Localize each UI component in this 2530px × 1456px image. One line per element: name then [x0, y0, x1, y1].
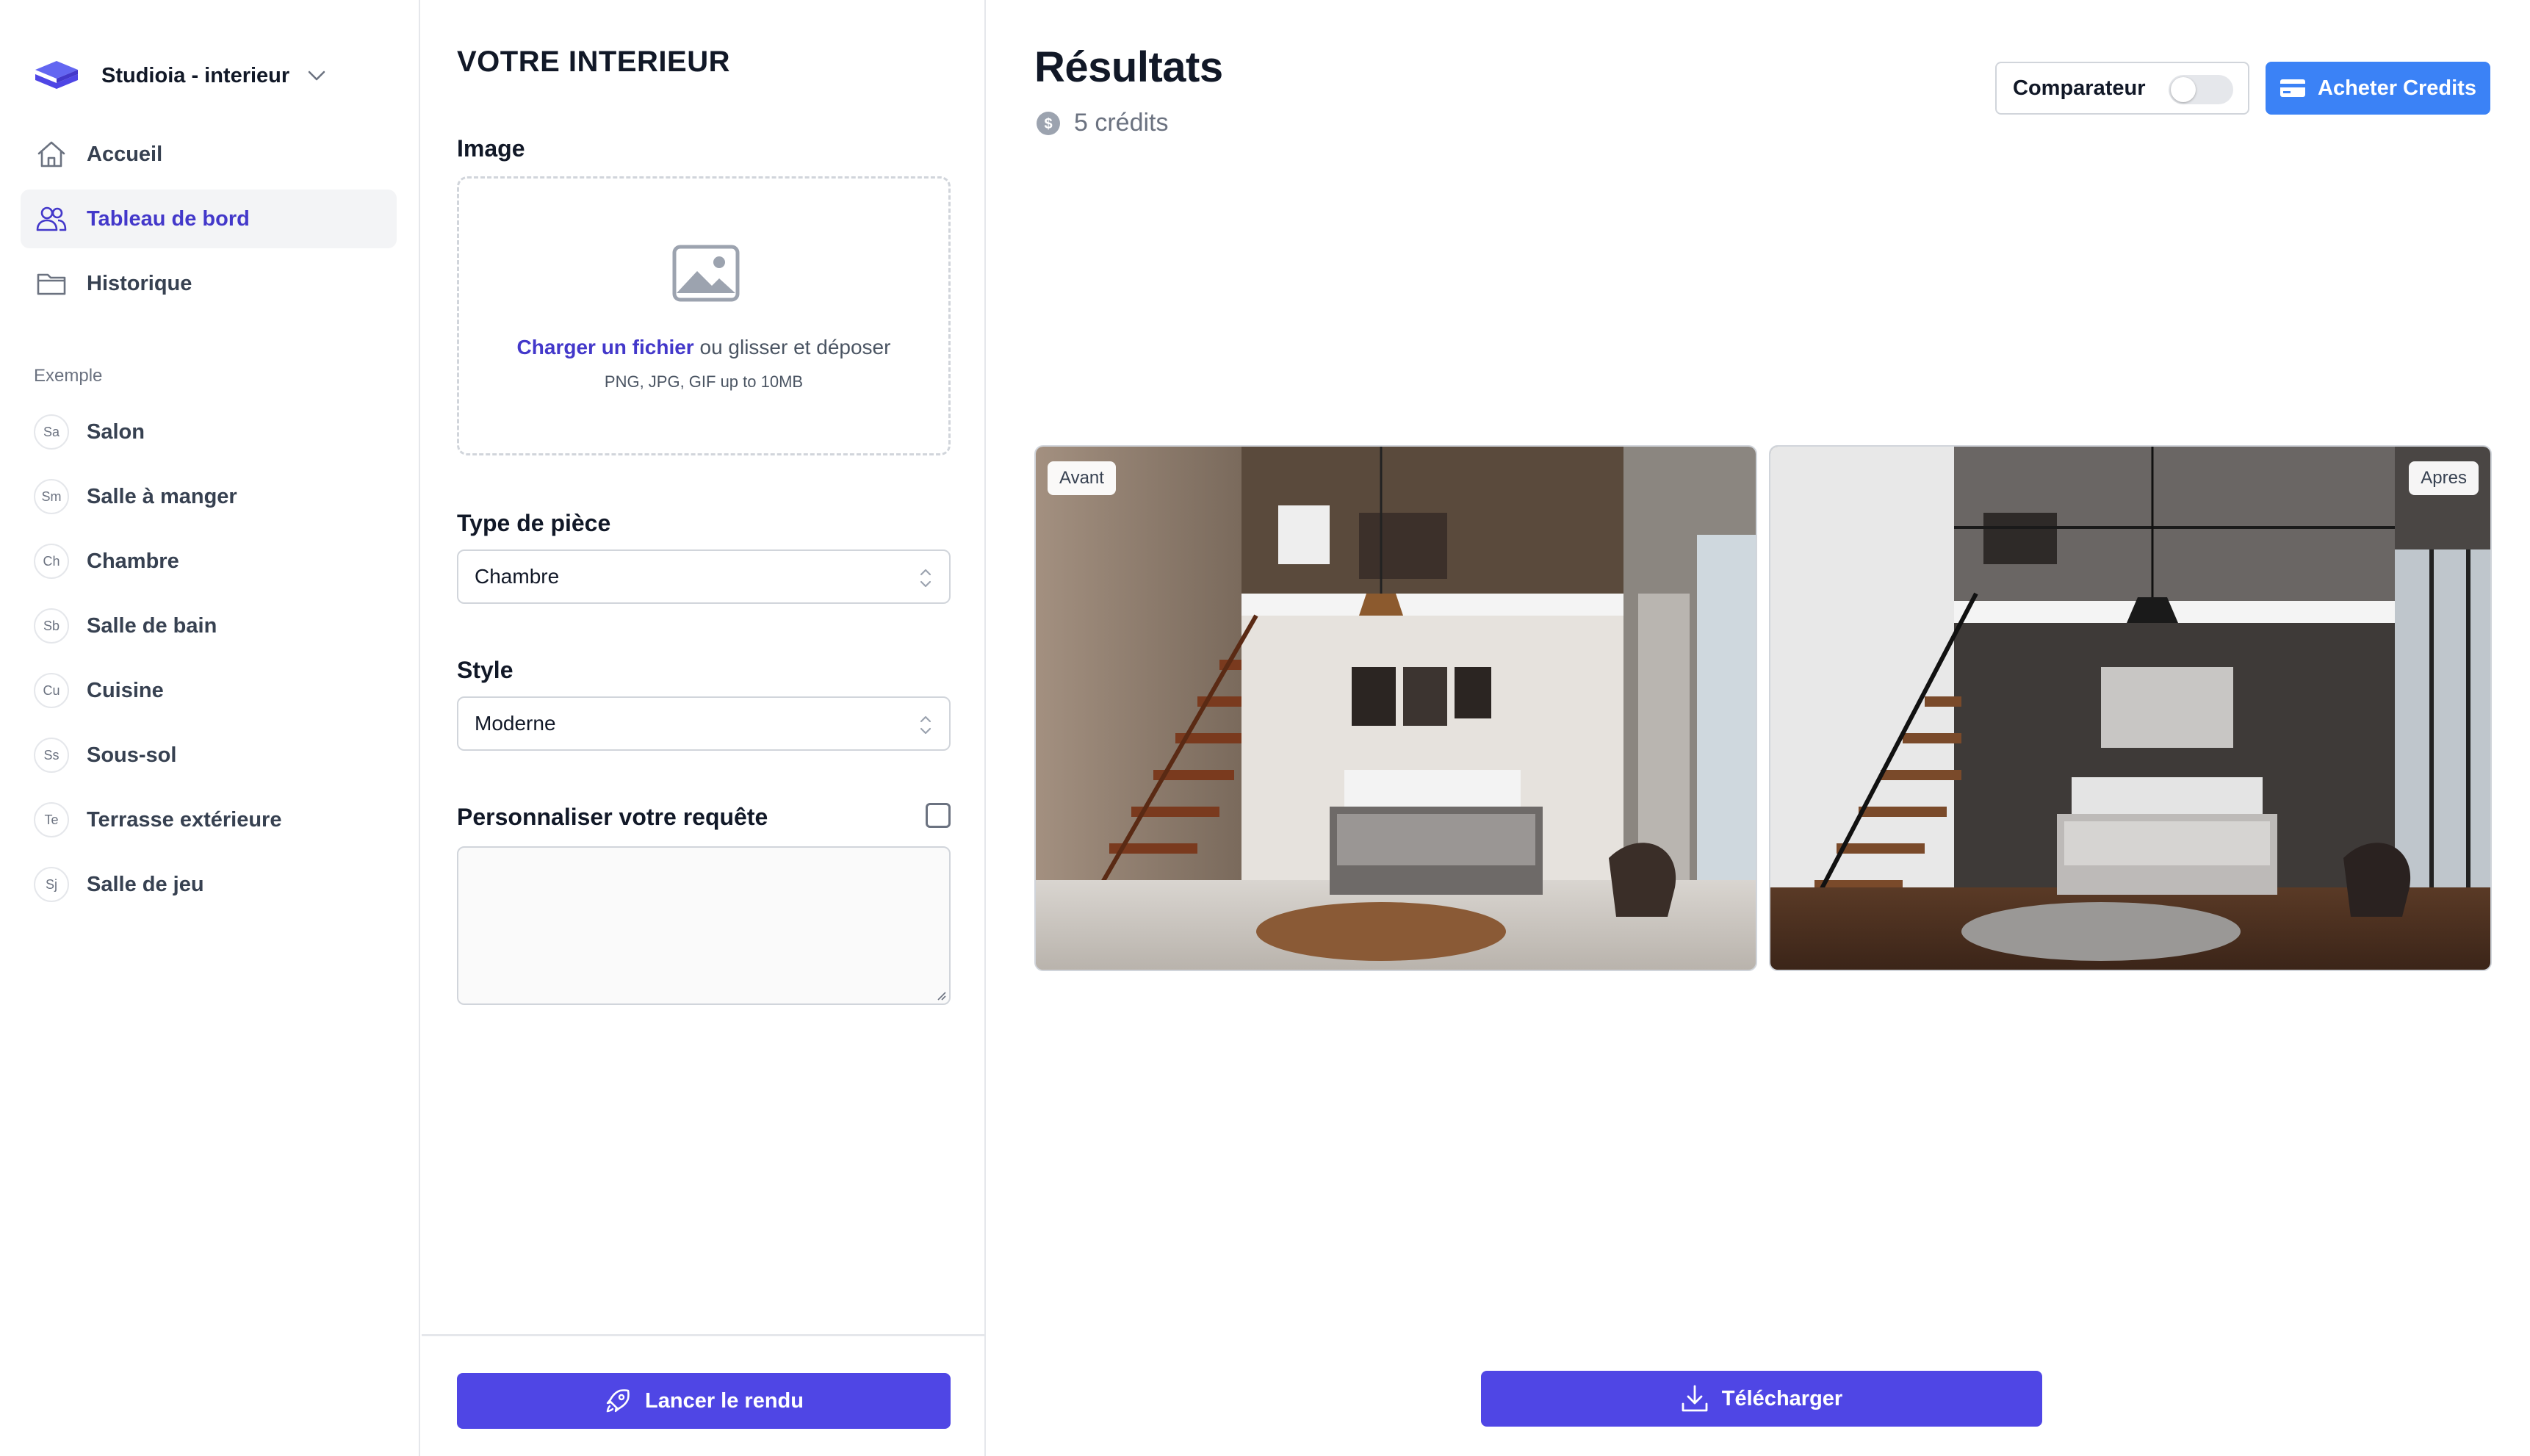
image-dropzone[interactable]: Charger un fichier ou glisser et déposer…	[457, 176, 951, 455]
custom-prompt-label: Personnaliser votre requête	[457, 804, 768, 830]
svg-text:$: $	[1044, 116, 1052, 132]
dropzone-text: Charger un fichier ou glisser et déposer	[459, 336, 948, 359]
image-icon	[672, 245, 740, 302]
style-value: Moderne	[475, 712, 556, 735]
example-label: Sous-sol	[87, 743, 177, 767]
nav-item-label: Accueil	[87, 142, 163, 166]
comparator-toggle[interactable]	[2169, 75, 2233, 104]
example-badge: Te	[34, 802, 69, 837]
coin-icon: $	[1037, 111, 1060, 135]
users-icon	[35, 203, 68, 235]
example-item-salle-a-manger[interactable]: Sm Salle à manger	[21, 467, 397, 526]
form-footer: Lancer le rendu	[422, 1334, 986, 1456]
credits-text: 5 crédits	[1074, 109, 1169, 137]
rocket-icon	[606, 1389, 630, 1413]
buy-credits-label: Acheter Credits	[2318, 76, 2476, 100]
main-nav: Accueil Tableau de bord Historique	[21, 125, 397, 319]
toggle-knob	[2171, 77, 2196, 102]
example-label: Cuisine	[87, 678, 164, 702]
example-label: Chambre	[87, 549, 179, 573]
example-badge: Sj	[34, 867, 69, 902]
nav-item-label: Historique	[87, 271, 192, 295]
nav-item-label: Tableau de bord	[87, 206, 250, 231]
example-label: Salle à manger	[87, 484, 237, 508]
after-image[interactable]: Apres	[1769, 445, 2492, 971]
download-icon	[1682, 1385, 1708, 1412]
comparator-toggle-group[interactable]: Comparateur	[1995, 62, 2249, 115]
download-label: Télécharger	[1721, 1386, 1843, 1410]
room-type-select[interactable]: Chambre	[457, 549, 951, 604]
example-item-terrasse-exterieure[interactable]: Te Terrasse extérieure	[21, 790, 397, 849]
nav-item-tableau-de-bord[interactable]: Tableau de bord	[21, 190, 397, 248]
image-label: Image	[457, 135, 525, 162]
before-tag: Avant	[1048, 461, 1116, 495]
buy-credits-button[interactable]: Acheter Credits	[2266, 62, 2490, 115]
results-panel: Résultats $ 5 crédits Comparateur Achete…	[987, 0, 2530, 1456]
examples-list: Sa Salon Sm Salle à manger Ch Chambre Sb…	[21, 403, 397, 920]
nav-item-historique[interactable]: Historique	[21, 254, 397, 313]
room-type-label: Type de pièce	[457, 510, 611, 536]
example-item-salon[interactable]: Sa Salon	[21, 403, 397, 461]
example-badge: Cu	[34, 673, 69, 708]
download-button[interactable]: Télécharger	[1481, 1371, 2042, 1427]
example-badge: Sm	[34, 479, 69, 514]
select-arrows-icon	[920, 716, 931, 735]
after-tag: Apres	[2409, 461, 2479, 495]
room-type-value: Chambre	[475, 565, 560, 588]
style-select[interactable]: Moderne	[457, 696, 951, 751]
brand-switcher[interactable]: Studioia - interieur	[34, 56, 328, 95]
example-item-chambre[interactable]: Ch Chambre	[21, 532, 397, 591]
comparator-label: Comparateur	[2013, 76, 2146, 100]
example-badge: Sa	[34, 414, 69, 450]
example-badge: Ch	[34, 544, 69, 579]
home-icon	[35, 138, 68, 170]
example-label: Salon	[87, 419, 145, 444]
results-title: Résultats	[1034, 43, 1223, 91]
example-badge: Ss	[34, 738, 69, 773]
launch-render-button[interactable]: Lancer le rendu	[457, 1373, 951, 1429]
example-label: Salle de jeu	[87, 872, 204, 896]
folder-icon	[35, 267, 68, 300]
credits-display: $ 5 crédits	[1036, 109, 1169, 137]
dropzone-drag-text: ou glisser et déposer	[693, 336, 891, 358]
select-arrows-icon	[920, 569, 931, 588]
brand-name: Studioia - interieur	[101, 63, 290, 87]
examples-section-label: Exemple	[34, 366, 103, 386]
example-item-salle-de-jeu[interactable]: Sj Salle de jeu	[21, 855, 397, 914]
custom-prompt-textarea[interactable]	[457, 846, 951, 1005]
dropzone-hint: PNG, JPG, GIF up to 10MB	[604, 372, 804, 391]
example-item-salle-de-bain[interactable]: Sb Salle de bain	[21, 597, 397, 655]
custom-prompt-checkbox[interactable]	[926, 803, 951, 828]
bedroom-before-render	[1036, 447, 1756, 970]
layers-icon	[35, 61, 78, 89]
example-item-cuisine[interactable]: Cu Cuisine	[21, 661, 397, 720]
nav-item-accueil[interactable]: Accueil	[21, 125, 397, 184]
upload-file-link[interactable]: Charger un fichier	[517, 336, 694, 358]
example-badge: Sb	[34, 608, 69, 644]
resize-grip-icon[interactable]	[934, 989, 946, 1001]
example-label: Terrasse extérieure	[87, 807, 282, 832]
example-label: Salle de bain	[87, 613, 217, 638]
form-panel: VOTRE INTERIEUR Image Charger un fichier…	[422, 0, 986, 1456]
bedroom-after-render	[1770, 447, 2490, 970]
example-item-sous-sol[interactable]: Ss Sous-sol	[21, 726, 397, 785]
before-image[interactable]: Avant	[1034, 445, 1757, 971]
style-label: Style	[457, 657, 513, 683]
chevron-down-icon	[308, 71, 325, 81]
sidebar: Studioia - interieur Accueil Tableau de …	[0, 0, 420, 1456]
credit-card-icon	[2280, 79, 2306, 97]
launch-render-label: Lancer le rendu	[645, 1388, 804, 1413]
form-title: VOTRE INTERIEUR	[457, 46, 730, 78]
